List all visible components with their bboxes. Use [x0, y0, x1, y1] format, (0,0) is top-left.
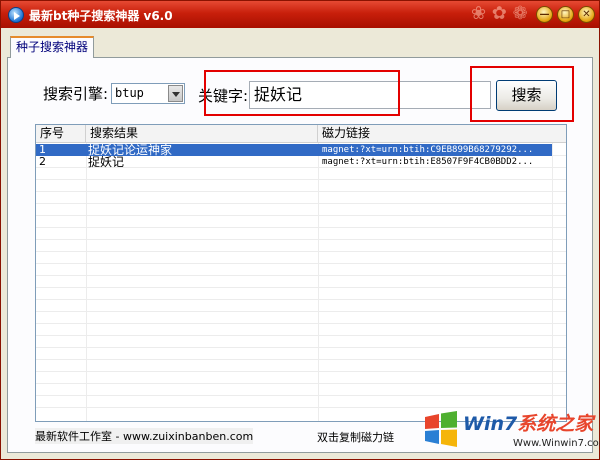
grid-row-line [36, 263, 566, 264]
column-header-index[interactable]: 序号 [36, 125, 86, 143]
watermark: Win7系统之家 Www.Winwin7.com [419, 405, 600, 461]
column-header-magnet[interactable]: 磁力链接 [318, 125, 566, 143]
engine-select[interactable]: btup [111, 83, 185, 104]
watermark-brand-cn: 系统之家 [517, 413, 594, 435]
grid-row-line [36, 191, 566, 192]
window-title: 最新bt种子搜索神器 v6.0 [29, 9, 173, 23]
minimize-button[interactable]: — [536, 6, 553, 23]
row-magnet: magnet:?xt=urn:btih:C9EB899B68279292... [322, 145, 534, 155]
close-button[interactable]: ✕ [578, 6, 595, 23]
grid-row-line [36, 215, 566, 216]
table-row[interactable]: 2 捉妖记 magnet:?xt=urn:btih:E8507F9F4CB0BD… [36, 156, 552, 168]
grid-column-line [552, 143, 553, 421]
maximize-button[interactable]: □ [557, 6, 574, 23]
watermark-brand-win7: Win7 [463, 413, 518, 435]
grid-row-line [36, 299, 566, 300]
title-bar[interactable]: 最新bt种子搜索神器 v6.0 ❀ ✿ ❁ — □ ✕ [1, 1, 599, 28]
column-header-title[interactable]: 搜索结果 [86, 125, 318, 143]
grid-row-line [36, 227, 566, 228]
grid-row-line [36, 395, 566, 396]
decorative-swirl-icon: ❀ ✿ ❁ [471, 3, 528, 24]
engine-label: 搜索引擎: [43, 85, 109, 103]
grid-row-line [36, 251, 566, 252]
engine-select-value: btup [115, 86, 144, 100]
status-studio-text: 最新软件工作室 - www.zuixinbanben.com [35, 428, 254, 444]
status-hint-text: 双击复制磁力链 [317, 431, 394, 444]
grid-row-line [36, 323, 566, 324]
chevron-down-icon[interactable] [168, 85, 183, 102]
grid-row-line [36, 335, 566, 336]
results-list[interactable]: 序号 搜索结果 磁力链接 1 捉妖记论运神家 magnet:?xt=urn:bt… [35, 124, 567, 422]
row-title: 捉妖记论运神家 [88, 144, 173, 156]
watermark-url: Www.Winwin7.com [513, 438, 600, 449]
app-window: 最新bt种子搜索神器 v6.0 ❀ ✿ ❁ — □ ✕ 种子搜索神器 搜索引擎:… [0, 0, 600, 460]
app-play-icon [8, 7, 24, 23]
row-index: 1 [39, 144, 46, 156]
table-row[interactable]: 1 捉妖记论运神家 magnet:?xt=urn:btih:C9EB899B68… [36, 144, 552, 156]
grid-row-line [36, 347, 566, 348]
grid-column-line [318, 143, 319, 421]
results-header: 序号 搜索结果 磁力链接 [36, 125, 566, 143]
grid-row-line [36, 275, 566, 276]
grid-row-line [36, 203, 566, 204]
grid-row-line [36, 311, 566, 312]
grid-row-line [36, 383, 566, 384]
row-index: 2 [39, 156, 46, 168]
grid-row-line [36, 179, 566, 180]
tab-seed-search[interactable]: 种子搜索神器 [10, 36, 94, 58]
grid-row-line [36, 287, 566, 288]
grid-column-line [86, 143, 87, 421]
watermark-brand: Win7系统之家 [463, 409, 593, 436]
windows-flag-icon [425, 411, 457, 447]
grid-row-line [36, 371, 566, 372]
search-button-highlight-box [470, 66, 574, 122]
grid-row-line [36, 359, 566, 360]
keyword-highlight-box [204, 70, 400, 116]
grid-row-line [36, 239, 566, 240]
row-magnet: magnet:?xt=urn:btih:E8507F9F4CB0BDD2... [322, 157, 534, 167]
row-title: 捉妖记 [88, 156, 125, 168]
